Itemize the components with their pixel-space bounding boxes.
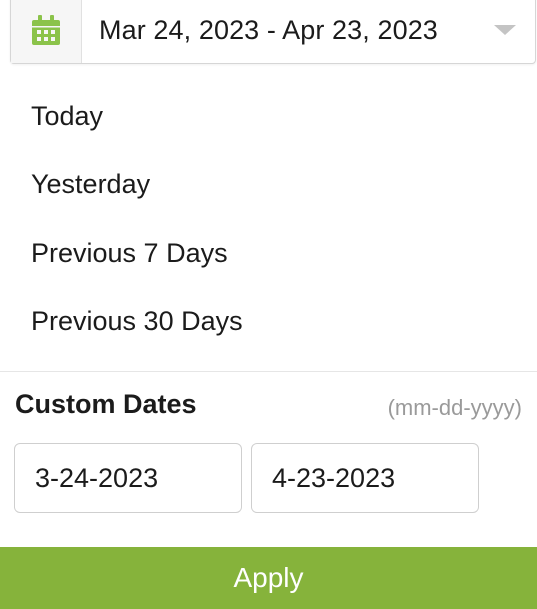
section-divider xyxy=(0,371,537,372)
calendar-button[interactable] xyxy=(11,0,82,63)
start-date-input[interactable] xyxy=(14,443,242,513)
preset-list: Today Yesterday Previous 7 Days Previous… xyxy=(0,82,537,356)
preset-yesterday[interactable]: Yesterday xyxy=(0,151,537,220)
chevron-down-icon xyxy=(494,25,516,35)
dropdown-toggle[interactable] xyxy=(475,0,535,63)
custom-dates-title: Custom Dates xyxy=(15,389,197,419)
end-date-input[interactable] xyxy=(251,443,479,513)
date-range-picker: Mar 24, 2023 - Apr 23, 2023 Today Yester… xyxy=(0,0,537,609)
selected-range-label[interactable]: Mar 24, 2023 - Apr 23, 2023 xyxy=(82,0,475,63)
date-range-selector[interactable]: Mar 24, 2023 - Apr 23, 2023 xyxy=(10,0,536,64)
preset-previous-30-days[interactable]: Previous 30 Days xyxy=(0,288,537,357)
apply-button[interactable]: Apply xyxy=(0,547,537,609)
preset-today[interactable]: Today xyxy=(0,82,537,151)
preset-previous-7-days[interactable]: Previous 7 Days xyxy=(0,219,537,288)
calendar-icon xyxy=(32,15,60,45)
date-format-hint: (mm-dd-yyyy) xyxy=(387,395,522,420)
